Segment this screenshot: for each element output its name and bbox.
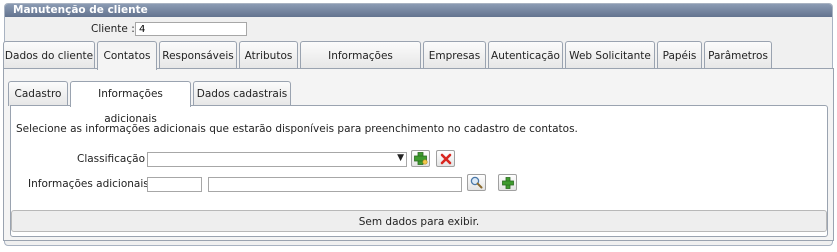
info-code-input[interactable] xyxy=(147,177,202,192)
empty-grid-message: Sem dados para exibir. xyxy=(11,210,827,232)
subtab-label: Dados cadastrais xyxy=(196,88,288,100)
empty-text: Sem dados para exibir. xyxy=(358,216,480,228)
classificacao-select[interactable]: ▼ xyxy=(147,152,407,167)
subtab-informacoes-adicionais[interactable]: Informações adicionais xyxy=(70,81,191,125)
tab-label: Empresas xyxy=(428,50,481,62)
add-info-button[interactable] xyxy=(498,174,517,191)
subtab-dados-cadastrais[interactable]: Dados cadastrais xyxy=(193,81,291,106)
tab-label: Papéis xyxy=(662,50,697,62)
info-description-input[interactable] xyxy=(208,177,462,192)
contatos-tab-page: Cadastro Informações adicionais Dados ca… xyxy=(3,68,834,241)
tab-empresas[interactable]: Empresas xyxy=(423,41,486,69)
dropdown-arrow-icon[interactable]: ▼ xyxy=(397,153,404,163)
cliente-input[interactable] xyxy=(135,22,247,36)
tab-papeis[interactable]: Papéis xyxy=(657,41,702,69)
search-icon xyxy=(470,176,483,189)
tab-label: Atributos xyxy=(244,50,293,62)
tab-label: Contatos xyxy=(103,50,151,62)
tab-contatos[interactable]: Contatos xyxy=(97,41,157,70)
tab-atributos[interactable]: Atributos xyxy=(239,41,298,69)
tab-autenticacao[interactable]: Autenticação xyxy=(488,41,563,69)
plus-icon xyxy=(501,176,514,189)
subtab-cadastro[interactable]: Cadastro xyxy=(8,81,68,106)
tab-label: Parâmetros xyxy=(708,50,768,62)
delete-icon xyxy=(440,153,451,164)
tab-informacoes-adicionais[interactable]: Informações adicionais xyxy=(300,41,421,90)
tab-dados-do-cliente[interactable]: Dados do cliente xyxy=(3,41,95,69)
subtab-label: Cadastro xyxy=(14,88,62,100)
tab-web-solicitante[interactable]: Web Solicitante xyxy=(565,41,655,69)
delete-classificacao-button[interactable] xyxy=(436,150,455,167)
description-text: Selecione as informações adicionais que … xyxy=(16,123,578,135)
search-button[interactable] xyxy=(467,174,486,191)
panel-title: Manutenção de cliente xyxy=(5,4,832,17)
tab-parametros[interactable]: Parâmetros xyxy=(704,41,772,69)
tab-label: Dados do cliente xyxy=(4,50,94,62)
tab-label: Responsáveis xyxy=(162,50,234,62)
add-classificacao-button[interactable] xyxy=(411,150,430,167)
cliente-row: Cliente : xyxy=(5,21,832,39)
informacoes-adicionais-label: Informações adicionais : xyxy=(28,178,156,190)
cliente-label: Cliente : xyxy=(91,23,135,35)
tab-label: Autenticação xyxy=(491,50,560,62)
tab-responsaveis[interactable]: Responsáveis xyxy=(159,41,237,69)
add-icon xyxy=(413,152,428,165)
classificacao-label: Classificação : xyxy=(77,153,152,165)
subtab-label: Informações adicionais xyxy=(98,88,163,125)
tab-label: Web Solicitante xyxy=(569,50,651,62)
